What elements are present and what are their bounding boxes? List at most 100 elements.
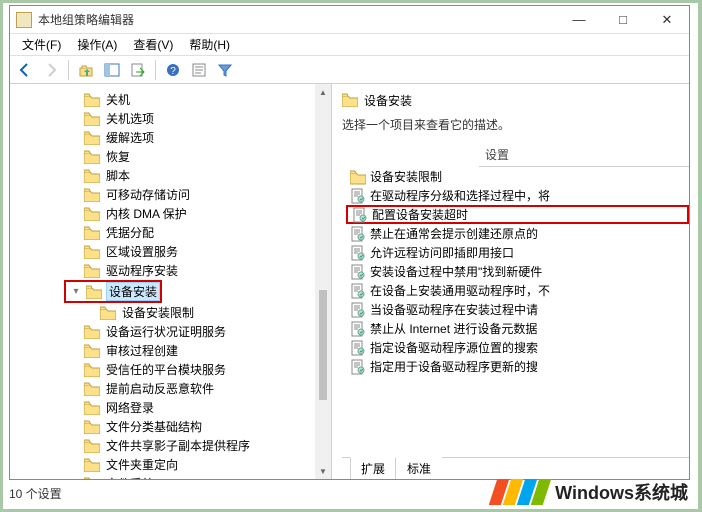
details-header: 设备安装 bbox=[342, 90, 689, 110]
detail-tabs: 扩展 标准 bbox=[342, 457, 689, 479]
menu-item[interactable]: 查看(V) bbox=[125, 34, 181, 55]
tree-scrollbar[interactable]: ▲ ▼ bbox=[315, 84, 331, 479]
tree-item[interactable]: 恢复 bbox=[10, 147, 315, 166]
tree-pane: 关机关机选项缓解选项恢复脚本可移动存储访问内核 DMA 保护凭据分配区域设置服务… bbox=[10, 84, 332, 479]
tree-item-label: 设备安装限制 bbox=[120, 304, 196, 321]
list-item-label: 允许远程访问即插即用接口 bbox=[370, 244, 514, 261]
tree-item[interactable]: 脚本 bbox=[10, 166, 315, 185]
folder-icon bbox=[84, 363, 100, 377]
list-item-policy[interactable]: 安装设备过程中禁用"找到新硬件 bbox=[346, 262, 689, 281]
column-header-setting[interactable]: 设置 bbox=[479, 143, 689, 167]
tree-item[interactable]: 审核过程创建 bbox=[10, 341, 315, 360]
details-pane: 设备安装 选择一个项目来查看它的描述。 设置 设备安装限制在驱动程序分级和选择过… bbox=[332, 84, 689, 479]
tree-item[interactable]: 可移动存储访问 bbox=[10, 185, 315, 204]
help-button[interactable]: ? bbox=[162, 59, 184, 81]
window: 本地组策略编辑器 — □ ✕ 文件(F)操作(A)查看(V)帮助(H) ? bbox=[9, 5, 690, 480]
tree-item[interactable]: 提前启动反恶意软件 bbox=[10, 379, 315, 398]
folder-icon bbox=[84, 264, 100, 278]
tree-item-label: 区域设置服务 bbox=[104, 243, 180, 260]
properties-button[interactable] bbox=[188, 59, 210, 81]
tree-item[interactable]: 文件共享影子副本提供程序 bbox=[10, 436, 315, 455]
tree-item-label: 内核 DMA 保护 bbox=[104, 205, 189, 222]
list-item-folder[interactable]: 设备安装限制 bbox=[346, 167, 689, 186]
tree-item[interactable]: 缓解选项 bbox=[10, 128, 315, 147]
tree-item[interactable]: 内核 DMA 保护 bbox=[10, 204, 315, 223]
tree-item[interactable]: 关机 bbox=[10, 90, 315, 109]
app-icon bbox=[16, 12, 32, 28]
list-item-label: 指定用于设备驱动程序更新的搜 bbox=[370, 358, 538, 375]
details-description: 选择一个项目来查看它的描述。 bbox=[342, 110, 689, 143]
tree-item[interactable]: 文件夹重定向 bbox=[10, 455, 315, 474]
tree-item-label: 恢复 bbox=[104, 148, 132, 165]
window-title: 本地组策略编辑器 bbox=[38, 11, 557, 28]
folder-icon bbox=[84, 325, 100, 339]
policy-icon bbox=[350, 226, 366, 242]
close-button[interactable]: ✕ bbox=[645, 6, 689, 33]
list-item-policy[interactable]: 在设备上安装通用驱动程序时，不 bbox=[346, 281, 689, 300]
menu-item[interactable]: 文件(F) bbox=[14, 34, 69, 55]
toolbar: ? bbox=[10, 56, 689, 84]
list-item-policy[interactable]: 禁止从 Internet 进行设备元数据 bbox=[346, 319, 689, 338]
folder-icon bbox=[84, 382, 100, 396]
export-button[interactable] bbox=[127, 59, 149, 81]
tree-item-label: 文件共享影子副本提供程序 bbox=[104, 437, 252, 454]
tab-extended[interactable]: 扩展 bbox=[350, 457, 396, 479]
minimize-button[interactable]: — bbox=[557, 6, 601, 33]
tree-item[interactable]: 受信任的平台模块服务 bbox=[10, 360, 315, 379]
tree-item-label: 关机选项 bbox=[104, 110, 156, 127]
list-item-policy[interactable]: 禁止在通常会提示创建还原点的 bbox=[346, 224, 689, 243]
tree-item[interactable]: ▾ 设备安装 bbox=[10, 280, 315, 303]
separator bbox=[155, 60, 156, 80]
show-hide-tree-button[interactable] bbox=[101, 59, 123, 81]
policy-icon bbox=[350, 264, 366, 280]
tree-item[interactable]: 区域设置服务 bbox=[10, 242, 315, 261]
folder-icon bbox=[84, 245, 100, 259]
filter-button[interactable] bbox=[214, 59, 236, 81]
tree-item-label: 审核过程创建 bbox=[104, 342, 180, 359]
title-bar: 本地组策略编辑器 — □ ✕ bbox=[10, 6, 689, 34]
policy-icon bbox=[350, 283, 366, 299]
tree-item-label: 设备运行状况证明服务 bbox=[104, 323, 228, 340]
policy-icon bbox=[350, 245, 366, 261]
folder-icon bbox=[350, 169, 366, 185]
menu-item[interactable]: 帮助(H) bbox=[181, 34, 238, 55]
list-item-label: 当设备驱动程序在安装过程中请 bbox=[370, 301, 538, 318]
scroll-up-icon[interactable]: ▲ bbox=[315, 84, 331, 100]
folder-icon bbox=[84, 93, 100, 107]
tree-item-label: 设备安装 bbox=[106, 282, 160, 301]
list-item-policy[interactable]: 指定用于设备驱动程序更新的搜 bbox=[346, 357, 689, 376]
tree-item[interactable]: 文件分类基础结构 bbox=[10, 417, 315, 436]
list-item-policy[interactable]: 指定设备驱动程序源位置的搜索 bbox=[346, 338, 689, 357]
policy-icon bbox=[350, 340, 366, 356]
expand-icon[interactable]: ▾ bbox=[70, 286, 82, 297]
tree-item[interactable]: 关机选项 bbox=[10, 109, 315, 128]
folder-icon bbox=[84, 401, 100, 415]
scroll-down-icon[interactable]: ▼ bbox=[315, 463, 331, 479]
tree-item[interactable]: ▷文件系统 bbox=[10, 474, 315, 479]
policy-icon bbox=[352, 207, 368, 223]
folder-icon bbox=[84, 188, 100, 202]
back-button[interactable] bbox=[14, 59, 36, 81]
expand-icon[interactable]: ▷ bbox=[68, 478, 80, 479]
tree-item[interactable]: 凭据分配 bbox=[10, 223, 315, 242]
tree-item[interactable]: 网络登录 bbox=[10, 398, 315, 417]
tree-item-label: 脚本 bbox=[104, 167, 132, 184]
tree-item-label: 关机 bbox=[104, 91, 132, 108]
tree-item[interactable]: 驱动程序安装 bbox=[10, 261, 315, 280]
up-button[interactable] bbox=[75, 59, 97, 81]
scroll-thumb[interactable] bbox=[319, 290, 327, 400]
tree-item[interactable]: 设备运行状况证明服务 bbox=[10, 322, 315, 341]
maximize-button[interactable]: □ bbox=[601, 6, 645, 33]
forward-button[interactable] bbox=[40, 59, 62, 81]
list-item-policy[interactable]: 配置设备安装超时 bbox=[346, 205, 689, 224]
folder-icon bbox=[84, 458, 100, 472]
list-item-label: 指定设备驱动程序源位置的搜索 bbox=[370, 339, 538, 356]
list-item-policy[interactable]: 允许远程访问即插即用接口 bbox=[346, 243, 689, 262]
menu-item[interactable]: 操作(A) bbox=[69, 34, 125, 55]
tree-item[interactable]: 设备安装限制 bbox=[10, 303, 315, 322]
list-item-policy[interactable]: 在驱动程序分级和选择过程中，将 bbox=[346, 186, 689, 205]
tab-standard[interactable]: 标准 bbox=[396, 457, 442, 479]
separator bbox=[68, 60, 69, 80]
list-item-policy[interactable]: 当设备驱动程序在安装过程中请 bbox=[346, 300, 689, 319]
status-bar: 10 个设置 bbox=[9, 483, 62, 503]
